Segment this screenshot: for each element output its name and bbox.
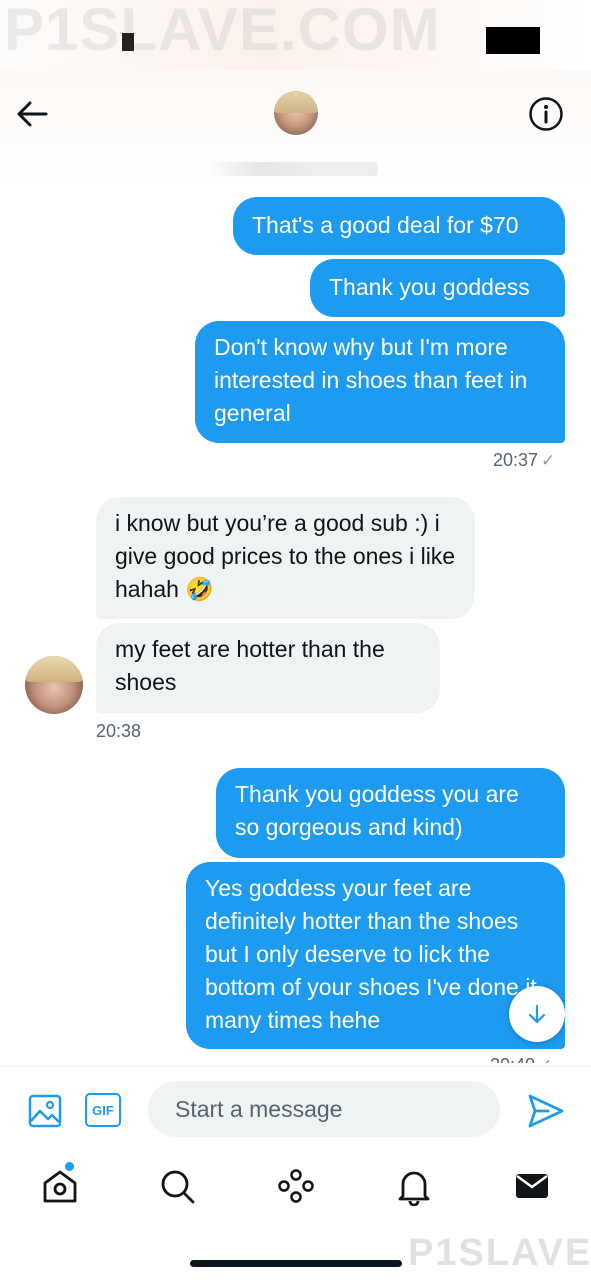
search-icon	[161, 1170, 195, 1204]
info-circle-icon	[529, 97, 563, 131]
message-bubble-outgoing[interactable]: Yes goddess your feet are definitely hot…	[186, 862, 565, 1049]
home-indicator[interactable]	[190, 1260, 402, 1267]
message-timestamp: 20:37 ✓	[493, 450, 555, 471]
message-bubble-outgoing[interactable]: Thank you goddess you are so gorgeous an…	[216, 768, 565, 858]
spaces-icon	[278, 1169, 314, 1203]
message-timestamp: 20:40✓	[490, 1055, 552, 1063]
message-bubble-outgoing[interactable]: Thank you goddess	[310, 259, 565, 317]
watermark-bottom: P1SLAVE	[408, 1232, 591, 1274]
message-bubble-outgoing[interactable]: That's a good deal for $70	[233, 197, 565, 255]
message-bubble-incoming[interactable]: my feet are hotter than the shoes	[96, 623, 440, 713]
timestamp-text: 20:37	[493, 450, 539, 470]
read-check-icon: ✓	[541, 451, 556, 470]
status-bar: P1SLAVE.COM	[0, 0, 591, 70]
send-icon	[528, 1094, 564, 1128]
scroll-to-bottom-button[interactable]	[509, 986, 565, 1042]
tab-search[interactable]	[157, 1166, 197, 1206]
status-redaction-left	[122, 33, 134, 51]
message-timestamp: 20:38	[96, 721, 142, 741]
tab-spaces[interactable]	[276, 1166, 316, 1206]
bottom-tab-bar: P1SLAVE	[0, 1152, 591, 1280]
envelope-icon	[516, 1174, 548, 1198]
conversation-header	[0, 70, 591, 195]
tab-notifications[interactable]	[394, 1166, 434, 1207]
timestamp-text: 20:40	[490, 1055, 535, 1063]
message-input[interactable]	[148, 1081, 500, 1137]
watermark-top: P1SLAVE.COM	[4, 0, 441, 63]
media-button[interactable]	[27, 1093, 63, 1129]
message-composer: GIF	[0, 1066, 591, 1152]
home-icon	[43, 1170, 77, 1203]
back-button[interactable]	[14, 96, 50, 132]
status-redaction-right	[486, 27, 540, 54]
image-icon	[28, 1094, 62, 1128]
arrow-down-icon	[528, 1004, 546, 1024]
tab-home[interactable]	[40, 1162, 80, 1206]
arrow-left-icon	[17, 101, 48, 127]
message-bubble-incoming[interactable]: i know but you’re a good sub :) i give g…	[96, 497, 475, 619]
tab-messages[interactable]	[512, 1166, 552, 1206]
notification-dot	[65, 1162, 74, 1171]
read-check-icon: ✓	[538, 1056, 552, 1063]
contact-name-redacted	[208, 162, 378, 176]
gif-button[interactable]: GIF	[85, 1093, 121, 1127]
sender-avatar[interactable]	[25, 656, 83, 714]
info-button[interactable]	[528, 96, 564, 132]
contact-avatar[interactable]	[274, 91, 318, 135]
bell-icon	[398, 1171, 430, 1207]
message-thread[interactable]: That's a good deal for $70 Thank you god…	[0, 195, 591, 1063]
message-bubble-outgoing[interactable]: Don't know why but I'm more interested i…	[195, 321, 565, 443]
send-button[interactable]	[526, 1091, 566, 1131]
